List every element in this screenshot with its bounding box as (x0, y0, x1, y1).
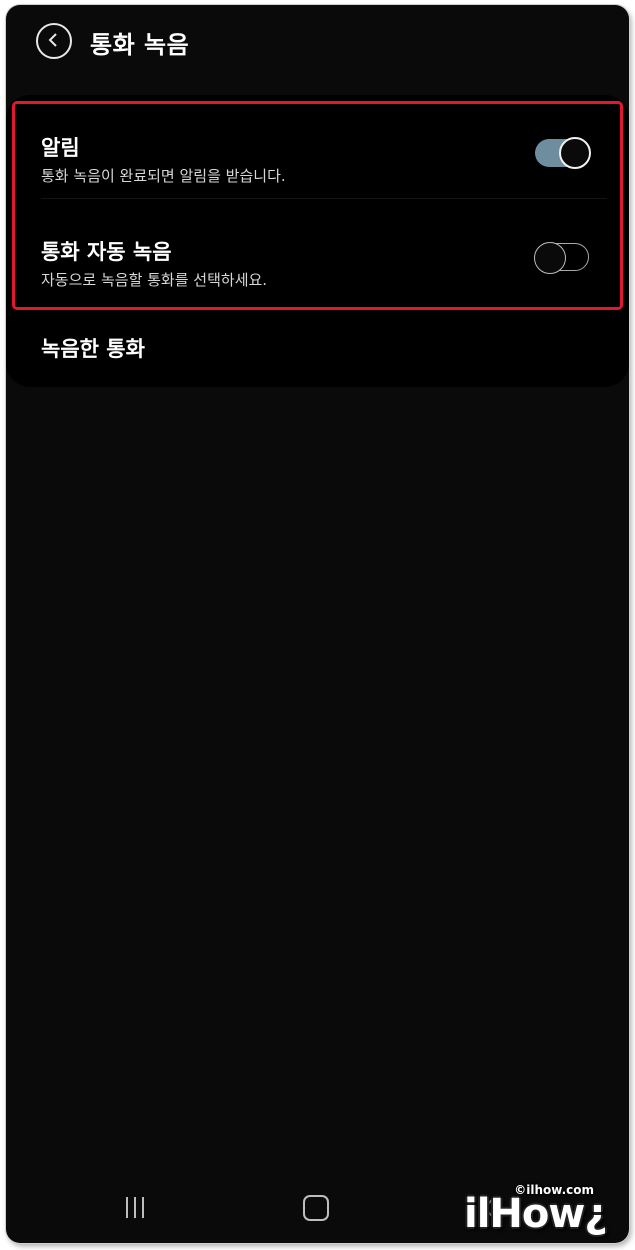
setting-title: 통화 자동 녹음 (41, 240, 172, 264)
chevron-left-icon (48, 33, 57, 47)
watermark: ©ilhow.com ilHow¿ (462, 1183, 622, 1245)
recent-apps-icon[interactable] (126, 1197, 150, 1222)
setting-description: 통화 녹음이 완료되면 알림을 받습니다. (41, 167, 286, 185)
watermark-logo: ilHow¿ (464, 1191, 608, 1237)
toggle-knob (559, 137, 591, 169)
phone-screen: 통화 녹음 알림 통화 녹음이 완료되면 알림을 받습니다. 통화 자동 녹음 … (6, 5, 629, 1243)
setting-title: 녹음한 통화 (41, 337, 145, 361)
setting-row-auto-record[interactable]: 통화 자동 녹음 자동으로 녹음할 통화를 선택하세요. (6, 199, 629, 303)
auto-record-toggle[interactable] (534, 242, 589, 274)
notification-toggle[interactable] (535, 137, 591, 169)
home-icon[interactable] (303, 1195, 329, 1221)
settings-card: 알림 통화 녹음이 완료되면 알림을 받습니다. 통화 자동 녹음 자동으로 녹… (6, 95, 629, 387)
setting-description: 자동으로 녹음할 통화를 선택하세요. (41, 271, 268, 289)
setting-title: 알림 (41, 136, 80, 160)
setting-row-recorded-calls[interactable]: 녹음한 통화 (6, 313, 629, 387)
app-header: 통화 녹음 (6, 5, 629, 79)
back-button[interactable] (36, 23, 72, 59)
toggle-knob (534, 242, 566, 274)
setting-row-notification[interactable]: 알림 통화 녹음이 완료되면 알림을 받습니다. (6, 95, 629, 199)
page-title: 통화 녹음 (90, 31, 190, 59)
